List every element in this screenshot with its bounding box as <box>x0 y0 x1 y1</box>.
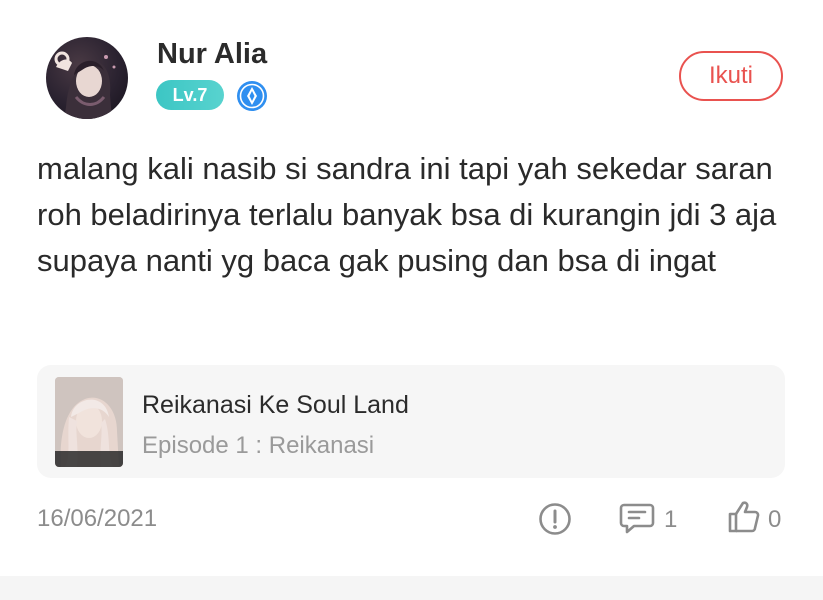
book-episode: Episode 1 : Reikanasi <box>142 432 375 459</box>
verified-badge-icon <box>237 81 267 111</box>
divider <box>0 576 823 600</box>
avatar[interactable] <box>46 37 128 119</box>
post-date: 16/06/2021 <box>37 505 158 532</box>
book-title: Reikanasi Ke Soul Land <box>142 391 409 419</box>
comment-header: Nur Alia Lv.7 Ikuti <box>0 0 823 130</box>
follow-button[interactable]: Ikuti <box>679 51 783 101</box>
book-cover-image <box>55 377 123 467</box>
author-name[interactable]: Nur Alia <box>157 38 267 71</box>
book-card[interactable]: Reikanasi Ke Soul Land Episode 1 : Reika… <box>37 365 785 478</box>
comment-text: malang kali nasib si sandra ini tapi yah… <box>37 151 777 278</box>
comment-icon[interactable] <box>618 500 656 536</box>
comment-count: 1 <box>664 506 678 533</box>
report-icon[interactable] <box>537 501 573 537</box>
like-count: 0 <box>768 506 782 533</box>
level-badge: Lv.7 <box>156 80 224 110</box>
thumbs-up-icon[interactable] <box>726 499 762 535</box>
